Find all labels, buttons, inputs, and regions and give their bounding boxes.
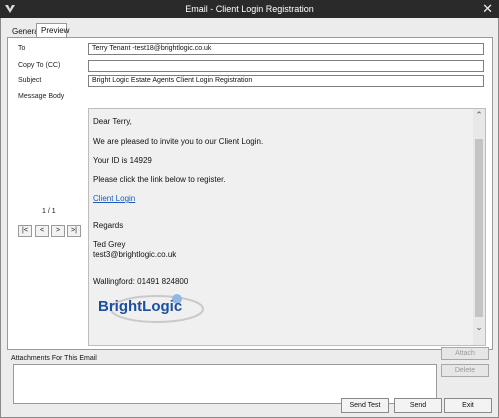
title-bar: Email - Client Login Registration ✕ [0, 0, 499, 18]
prev-page-button[interactable]: < [35, 225, 49, 237]
message-body-label: Message Body [18, 93, 65, 100]
page-count: 1 / 1 [42, 208, 56, 215]
attach-button[interactable]: Attach [441, 347, 489, 360]
message-scrollbar[interactable]: ⌃ ⌄ [473, 109, 485, 345]
sender-email: test3@brightlogic.co.uk [93, 250, 177, 259]
to-label: To [18, 45, 26, 52]
cc-field[interactable] [88, 60, 484, 72]
send-test-button[interactable]: Send Test [341, 398, 389, 413]
bright-logic-logo: BrightLogic [98, 294, 204, 323]
office-phone: Wallingford: 01491 824800 [93, 277, 189, 286]
first-page-button[interactable]: |< [18, 225, 32, 237]
message-body[interactable]: Dear Terry, We are pleased to invite you… [88, 108, 486, 346]
subject-field[interactable]: Bright Logic Estate Agents Client Login … [88, 75, 484, 87]
send-button[interactable]: Send [394, 398, 442, 413]
last-page-button[interactable]: >| [67, 225, 81, 237]
chevron-down-icon[interactable]: ⌄ [473, 321, 485, 333]
message-line-register: Please click the link below to register. [93, 175, 226, 184]
client-login-link[interactable]: Client Login [93, 194, 135, 204]
next-page-button[interactable]: > [51, 225, 65, 237]
chevron-up-icon[interactable]: ⌃ [473, 109, 485, 121]
delete-button[interactable]: Delete [441, 364, 489, 377]
cc-label: Copy To (CC) [18, 62, 61, 69]
message-line-id: Your ID is 14929 [93, 156, 152, 165]
subject-label: Subject [18, 77, 42, 84]
close-icon[interactable]: ✕ [482, 1, 493, 16]
window-title: Email - Client Login Registration [185, 4, 314, 14]
scroll-thumb[interactable] [475, 139, 483, 317]
greeting: Dear Terry, [93, 117, 132, 126]
to-field[interactable]: Terry Tenant -test18@brightlogic.co.uk [88, 43, 484, 55]
preview-panel: To Terry Tenant -test18@brightlogic.co.u… [7, 37, 493, 350]
regards: Regards [93, 221, 124, 230]
attachments-label: Attachments For This Email [11, 355, 97, 362]
exit-button[interactable]: Exit [444, 398, 492, 413]
logo-text: BrightLogic [98, 298, 182, 315]
tab-preview[interactable]: Preview [36, 23, 69, 38]
tab-general[interactable]: General [7, 24, 40, 38]
sender-name: Ted Grey [93, 240, 126, 249]
email-window: General Preview To Terry Tenant -test18@… [0, 18, 499, 418]
message-line-invite: We are pleased to invite you to our Clie… [93, 137, 264, 146]
